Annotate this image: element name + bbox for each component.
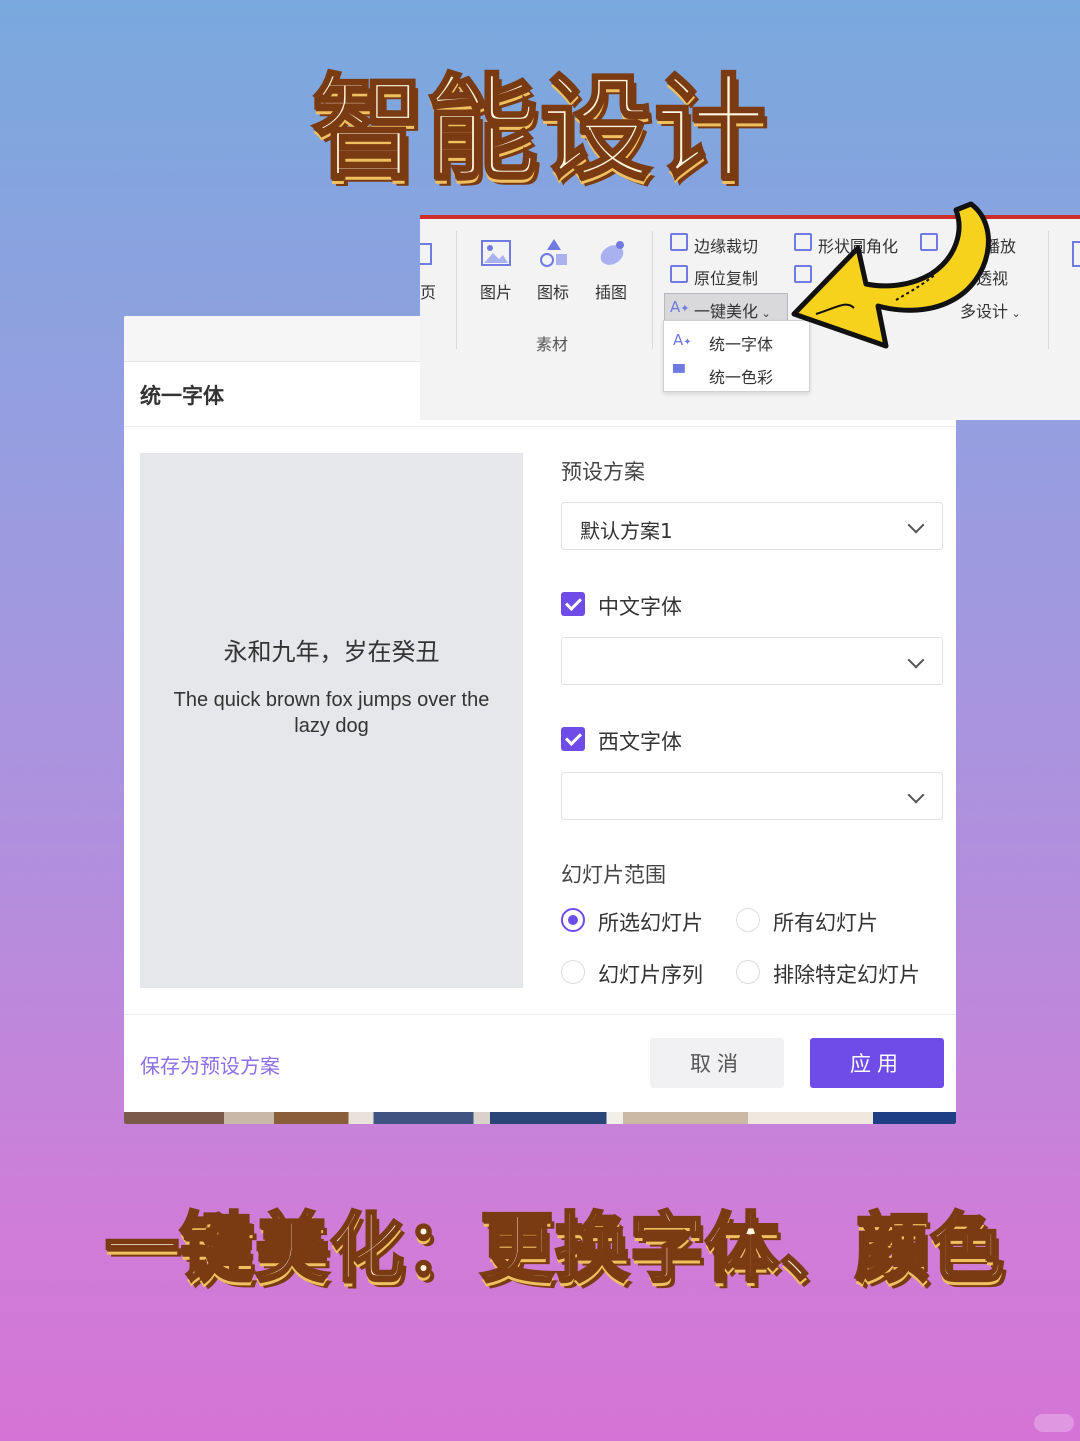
headline-bottom: 一键美化：更换字体、颜色 <box>104 1204 1006 1293</box>
save-preset-link[interactable]: 保存为预设方案 <box>140 1050 280 1079</box>
ribbon-illustration-button[interactable]: 插图 <box>595 279 627 303</box>
cn-font-select[interactable] <box>561 637 943 685</box>
crop-edge-icon <box>670 233 688 251</box>
slide-thumbnail-strip <box>124 1112 956 1124</box>
page-icon <box>420 243 432 265</box>
headline-top: 智能设计 <box>311 63 768 196</box>
ribbon-image-button[interactable]: 图片 <box>480 279 512 303</box>
range-radio-exclude[interactable] <box>736 960 760 984</box>
range-label: 幻灯片范围 <box>561 863 666 887</box>
range-option-label: 幻灯片序列 <box>598 963 703 987</box>
beautify-icon: A✦ <box>670 298 690 316</box>
preset-label: 预设方案 <box>561 460 645 484</box>
menu-item-unify-color[interactable]: 统一色彩 <box>709 364 773 388</box>
panel-icon <box>1072 241 1080 267</box>
preset-select[interactable]: 默认方案1 <box>561 502 943 550</box>
watermark <box>1034 1414 1074 1432</box>
range-option-label: 所选幻灯片 <box>598 911 703 935</box>
divider <box>456 231 457 349</box>
range-radio-selected[interactable] <box>561 908 585 932</box>
font-preview: 永和九年，岁在癸丑 The quick brown fox jumps over… <box>140 453 523 988</box>
preview-en-text: The quick brown fox jumps over the lazy … <box>173 689 490 737</box>
ribbon-group-label: 素材 <box>536 335 569 354</box>
ribbon-crop-edge[interactable]: 边缘裁切 <box>694 233 758 257</box>
range-radio-sequence[interactable] <box>561 960 585 984</box>
unify-font-dialog: 统一字体 永和九年，岁在癸丑 The quick brown fox jumps… <box>124 316 956 1124</box>
en-font-select[interactable] <box>561 772 943 820</box>
cancel-button[interactable]: 取消 <box>650 1038 784 1088</box>
divider <box>1048 231 1049 349</box>
cn-font-label: 中文字体 <box>598 595 682 619</box>
ribbon-beautify-label: 一键美化 <box>694 302 759 321</box>
cn-font-checkbox[interactable] <box>561 592 585 616</box>
range-option-label: 排除特定幻灯片 <box>773 963 920 987</box>
ribbon-duplicate[interactable]: 原位复制 <box>694 265 758 289</box>
dialog-title: 统一字体 <box>140 384 224 408</box>
en-font-label: 西文字体 <box>598 730 682 754</box>
divider <box>124 1014 956 1015</box>
chevron-down-icon <box>907 651 925 669</box>
duplicate-icon <box>670 265 688 283</box>
preview-cn-text: 永和九年，岁在癸丑 <box>223 638 440 666</box>
divider <box>124 426 956 427</box>
ribbon-beautify-button[interactable]: 一键美化 ⌄ <box>694 298 771 322</box>
image-icon <box>481 240 511 266</box>
menu-item-unify-font[interactable]: 统一字体 <box>709 331 773 355</box>
chevron-down-icon <box>907 786 925 804</box>
unify-font-icon: A✦ <box>673 331 692 349</box>
illustration-icon <box>600 241 624 265</box>
ribbon-page-label[interactable]: 页 <box>420 279 436 303</box>
range-radio-all[interactable] <box>736 908 760 932</box>
pointer-arrow-icon <box>791 201 991 349</box>
chevron-down-icon: ⌄ <box>758 307 771 320</box>
preset-value: 默认方案1 <box>580 519 673 543</box>
divider <box>652 231 653 349</box>
ribbon-icon-button[interactable]: 图标 <box>537 279 569 303</box>
range-option-label: 所有幻灯片 <box>773 911 878 935</box>
apply-button[interactable]: 应用 <box>810 1038 944 1088</box>
en-font-checkbox[interactable] <box>561 727 585 751</box>
unify-color-icon: ▀ <box>673 364 685 382</box>
chevron-down-icon <box>907 516 925 534</box>
shapes-icon <box>540 239 567 267</box>
